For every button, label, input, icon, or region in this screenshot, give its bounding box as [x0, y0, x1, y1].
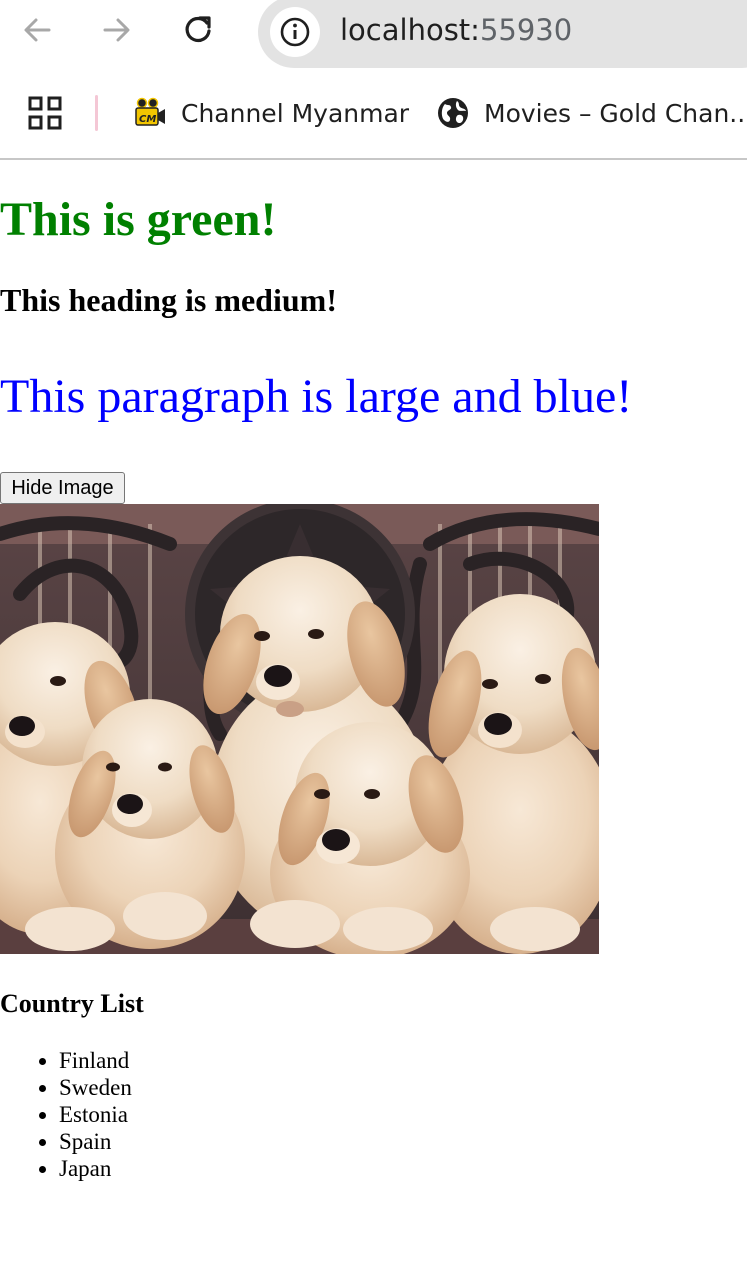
- apps-button[interactable]: [24, 92, 66, 134]
- medium-heading: This heading is medium!: [0, 282, 337, 318]
- reload-button[interactable]: [176, 8, 220, 52]
- back-arrow-icon: [24, 18, 51, 42]
- list-item: Finland: [59, 1047, 132, 1074]
- url-host: localhost:: [340, 13, 480, 47]
- green-heading: This is green!: [0, 193, 277, 246]
- reload-icon: [185, 16, 211, 43]
- channel-myanmar-logo-icon: CM: [133, 97, 167, 129]
- forward-button[interactable]: [95, 8, 139, 52]
- site-info-icon: [280, 17, 310, 47]
- list-item: Sweden: [59, 1074, 132, 1101]
- bookmark-movies-gold-channel[interactable]: Movies – Gold Chan...: [436, 90, 747, 136]
- svg-text:CM: CM: [139, 114, 156, 125]
- forward-arrow-icon: [103, 18, 130, 42]
- url-port: 55930: [479, 13, 573, 47]
- list-item: Japan: [59, 1155, 132, 1182]
- bookmarks-separator: [95, 95, 98, 131]
- bookmarks-bar: CM Channel Myanmar Movies – Gold Chan...: [0, 68, 747, 160]
- globe-icon: [436, 96, 470, 130]
- browser-toolbar: localhost:55930: [0, 0, 747, 68]
- blue-paragraph: This paragraph is large and blue!: [0, 370, 633, 423]
- country-list-title: Country List: [0, 989, 144, 1018]
- apps-grid-icon: [28, 96, 62, 130]
- list-item: Estonia: [59, 1101, 132, 1128]
- country-list: Finland Sweden Estonia Spain Japan: [0, 1047, 132, 1182]
- url-text: localhost:55930: [340, 10, 572, 50]
- puppies-image: [0, 504, 599, 954]
- site-info-button[interactable]: [270, 7, 320, 57]
- address-bar[interactable]: localhost:55930: [258, 0, 747, 68]
- bookmark-label: Movies – Gold Chan...: [484, 98, 747, 128]
- bookmark-channel-myanmar[interactable]: CM Channel Myanmar: [133, 90, 409, 136]
- bookmark-label: Channel Myanmar: [181, 98, 410, 128]
- hide-image-button[interactable]: Hide Image: [0, 472, 125, 504]
- list-item: Spain: [59, 1128, 132, 1155]
- back-button[interactable]: [15, 8, 59, 52]
